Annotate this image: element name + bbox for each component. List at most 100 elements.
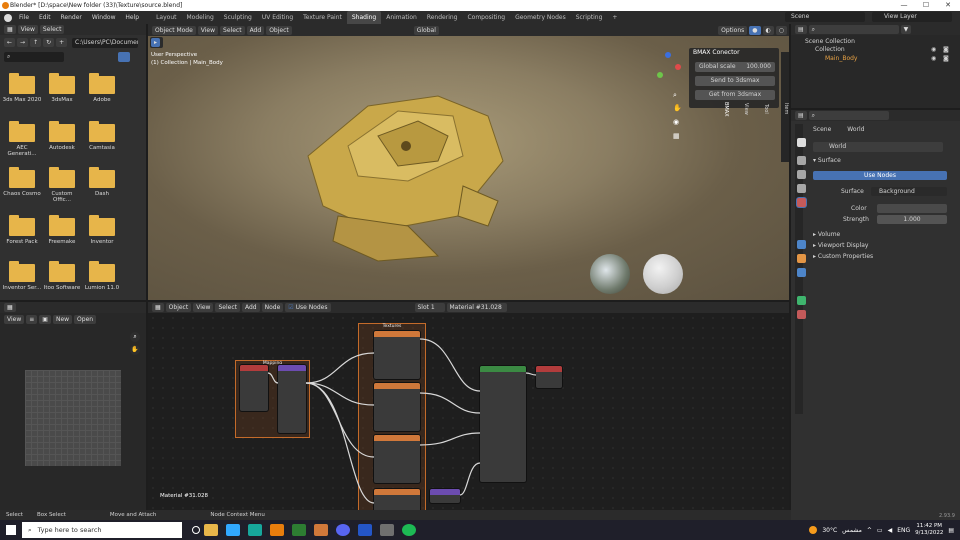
viewport-add-menu[interactable]: Add [246, 25, 265, 35]
language-indicator[interactable]: ENG [897, 527, 910, 534]
editor-type-icon[interactable]: ▤ [795, 25, 807, 34]
folder-item[interactable]: AEC Generati... [2, 121, 42, 157]
image-browse-icon[interactable]: ▣ [39, 315, 51, 324]
world-tab-icon[interactable] [797, 198, 806, 207]
viewport-select-menu[interactable]: Select [220, 25, 245, 35]
folder-item[interactable]: Inventor [82, 215, 122, 245]
global-scale-field[interactable]: Global scale 100.000 [695, 62, 775, 72]
tab-modeling[interactable]: Modeling [182, 11, 219, 24]
taskbar-search-box[interactable]: ⌕ Type here to search [22, 522, 182, 538]
camera-icon[interactable]: ◙ [943, 55, 949, 62]
folder-item[interactable]: Freemake [42, 215, 82, 245]
tray-expand-icon[interactable]: ^ [867, 527, 872, 534]
outliner-main-body[interactable]: Main_Body [825, 55, 857, 62]
folder-item[interactable]: Forest Pack [2, 215, 42, 245]
surface-shader-field[interactable]: Background [871, 187, 947, 196]
camera-view-icon[interactable]: ◉ [673, 118, 679, 126]
clock[interactable]: 11:42 PM 9/13/2022 [915, 523, 943, 537]
weather-icon[interactable] [809, 526, 818, 534]
folder-item[interactable]: Lumion 11.0 [82, 261, 122, 291]
tab-layout[interactable]: Layout [151, 11, 181, 24]
z-axis-icon[interactable] [665, 52, 671, 58]
node-add-menu[interactable]: Add [241, 303, 260, 312]
tab-uv-editing[interactable]: UV Editing [257, 11, 298, 24]
pan-view-icon[interactable]: ✋ [673, 104, 682, 112]
editor-type-icon[interactable]: ▦ [152, 303, 164, 312]
select-tool-icon[interactable]: ▸ [151, 38, 161, 47]
menu-help[interactable]: Help [121, 11, 143, 24]
object-mode-dropdown[interactable]: Object Mode [152, 25, 196, 35]
search-input[interactable]: ⌕ [4, 52, 64, 62]
folder-item[interactable]: Camtasia [82, 121, 122, 151]
surface-panel-header[interactable]: ▾ Surface [813, 157, 841, 164]
camera-icon[interactable]: ◙ [943, 46, 949, 53]
eye-icon[interactable]: ◉ [931, 55, 936, 62]
material-tab-icon[interactable] [797, 310, 806, 319]
node-editor-canvas[interactable]: Mapping Textures Material #31.028 [148, 313, 789, 510]
folder-item[interactable]: Itoo Software [42, 261, 82, 291]
data-tab-icon[interactable] [797, 296, 806, 305]
folder-item[interactable]: Chaos Cosmo [2, 167, 42, 197]
tab-rendering[interactable]: Rendering [422, 11, 463, 24]
breadcrumb-scene[interactable]: Scene [813, 126, 831, 133]
filter-icon[interactable]: ▼ [900, 25, 912, 34]
app-r-icon[interactable] [358, 524, 372, 536]
modifier-tab-icon[interactable] [797, 268, 806, 277]
tab-tool[interactable]: Tool [763, 104, 769, 114]
folder-item[interactable]: 3dsMax [42, 73, 82, 103]
options-dropdown[interactable]: Options [718, 25, 748, 35]
tab-bmax[interactable]: BMAX [723, 102, 729, 117]
parent-dir-icon[interactable]: ↑ [30, 38, 42, 47]
volume-panel-header[interactable]: ▸ Volume [813, 231, 840, 238]
network-icon[interactable]: ▭ [877, 527, 883, 534]
view-layer-selector[interactable]: View Layer [872, 12, 952, 22]
x-axis-icon[interactable] [675, 64, 681, 70]
refresh-icon[interactable]: ↻ [43, 38, 55, 47]
outliner-search-input[interactable]: ⌕ [808, 25, 899, 34]
use-nodes-checkbox[interactable]: ☑ Use Nodes [285, 303, 331, 312]
back-icon[interactable]: ← [4, 38, 16, 47]
properties-search-input[interactable]: ⌕ [808, 111, 889, 120]
volume-icon[interactable]: ◀ [888, 527, 893, 534]
3dsmax-icon[interactable] [248, 524, 262, 536]
outliner-collection[interactable]: Collection [815, 46, 845, 53]
strength-field[interactable]: 1.000 [877, 215, 947, 224]
tab-geometry-nodes[interactable]: Geometry Nodes [510, 11, 571, 24]
menu-render[interactable]: Render [57, 11, 86, 24]
view-menu[interactable]: View [4, 315, 25, 324]
folder-item[interactable]: Autodesk [42, 121, 82, 151]
node-select-menu[interactable]: Select [215, 303, 240, 312]
list-icon[interactable]: ≡ [26, 315, 38, 324]
close-button[interactable]: ✕ [938, 0, 958, 11]
zoom-view-icon[interactable]: ⌕ [673, 91, 677, 100]
filter-icon[interactable] [118, 52, 130, 62]
app-icon[interactable] [314, 524, 328, 536]
shading-rendered-icon[interactable]: ○ [775, 25, 787, 35]
editor-type-icon[interactable]: ▦ [4, 25, 16, 34]
spotify-icon[interactable] [402, 524, 416, 536]
material-selector[interactable]: Material #31.028 [446, 303, 507, 312]
app-icon[interactable] [380, 524, 394, 536]
windows-start-icon[interactable] [6, 525, 16, 535]
y-axis-icon[interactable] [657, 72, 663, 78]
tab-view[interactable]: View [743, 103, 749, 115]
outliner-scene-collection[interactable]: Scene Collection [805, 38, 855, 45]
hand-pan-icon[interactable]: ✋ [130, 345, 140, 355]
3d-viewport[interactable]: ▸ User Perspective (1) Collection | Main… [148, 36, 789, 300]
get-from-3dsmax-button[interactable]: Get from 3dsmax [695, 90, 775, 100]
tab-scripting[interactable]: Scripting [571, 11, 608, 24]
new-image-button[interactable]: New [52, 315, 73, 324]
slot-dropdown[interactable]: Slot 1 [414, 303, 445, 312]
menu-window[interactable]: Window [88, 11, 120, 24]
viewport-object-menu[interactable]: Object [266, 25, 292, 35]
menu-file[interactable]: File [15, 11, 33, 24]
menu-edit[interactable]: Edit [35, 11, 55, 24]
folder-item[interactable]: Custom Offic... [42, 167, 82, 203]
add-workspace-button[interactable]: + [607, 11, 622, 24]
shading-material-icon[interactable]: ◐ [762, 25, 774, 35]
output-tab-icon[interactable] [797, 170, 806, 179]
shading-solid-icon[interactable]: ● [749, 25, 761, 35]
image-canvas-grid[interactable] [25, 370, 121, 466]
use-nodes-button[interactable]: Use Nodes [813, 171, 947, 180]
tab-animation[interactable]: Animation [381, 11, 422, 24]
